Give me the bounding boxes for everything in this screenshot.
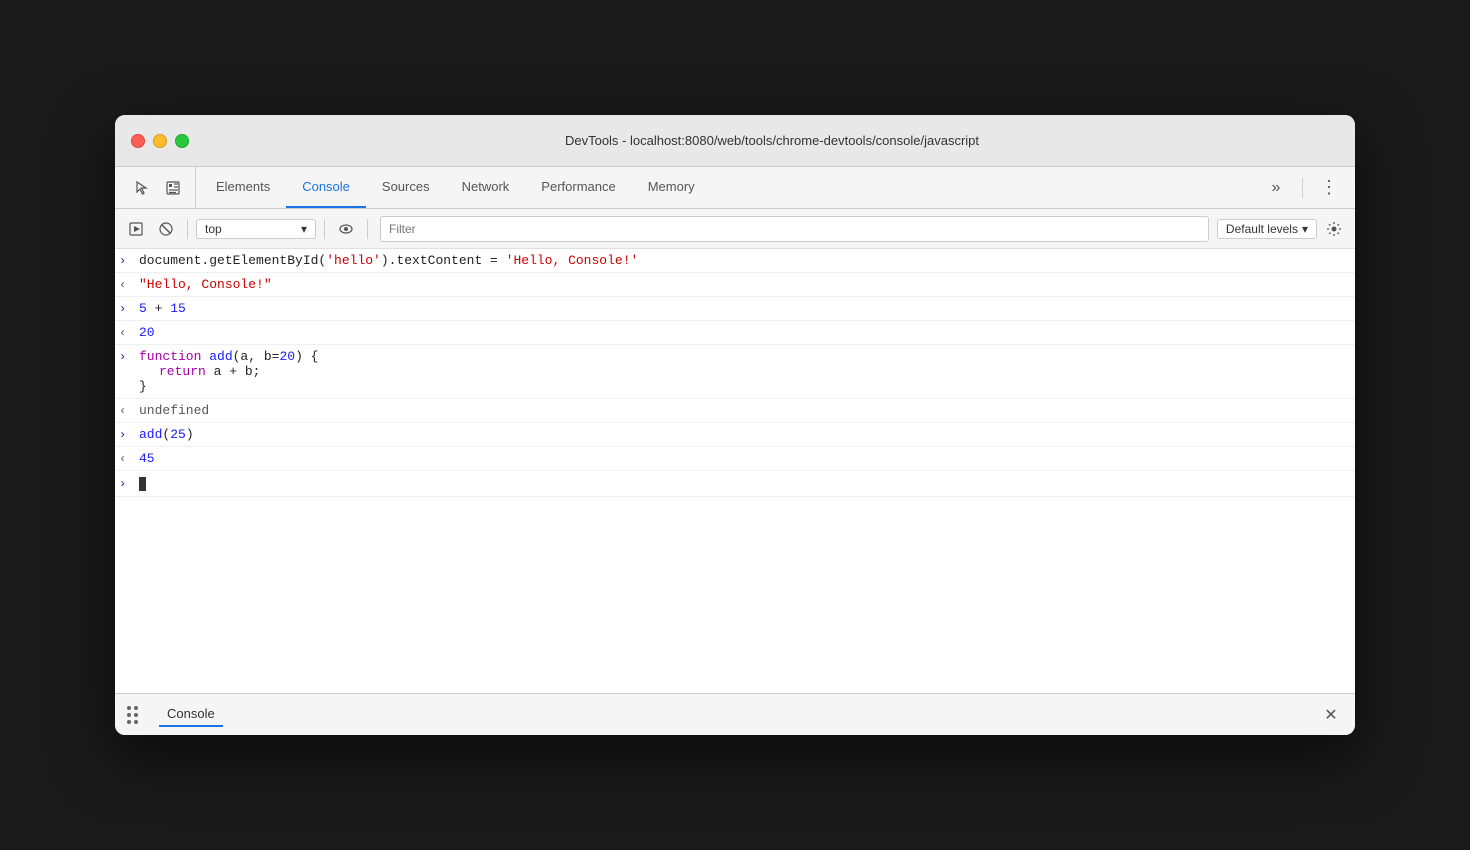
levels-dropdown[interactable]: Default levels ▾	[1217, 219, 1317, 239]
cursor-icon[interactable]	[127, 174, 155, 202]
toolbar-divider-1	[187, 219, 188, 239]
more-tabs-icon[interactable]: »	[1262, 174, 1290, 202]
tab-network[interactable]: Network	[446, 167, 526, 208]
drawer-console-tab[interactable]: Console	[159, 702, 223, 727]
console-result-6: undefined	[139, 403, 1347, 418]
arrow-in-1: ›	[119, 253, 139, 268]
maximize-button[interactable]	[175, 134, 189, 148]
execute-icon[interactable]	[123, 216, 149, 242]
filter-input[interactable]	[380, 216, 1209, 242]
context-selector[interactable]: top ▾	[196, 219, 316, 239]
arrow-in-3: ›	[119, 301, 139, 316]
traffic-lights	[131, 134, 189, 148]
arrow-out-6: ‹	[119, 403, 139, 418]
arrow-in-7: ›	[119, 427, 139, 442]
console-toolbar: top ▾ Default levels ▾	[115, 209, 1355, 249]
toolbar-divider-3	[367, 219, 368, 239]
console-output: › document.getElementById('hello').textC…	[115, 249, 1355, 693]
console-line-7[interactable]: › add(25)	[115, 423, 1355, 447]
drawer-menu-icon[interactable]	[127, 705, 147, 725]
tab-performance[interactable]: Performance	[525, 167, 631, 208]
devtools-icons	[119, 167, 196, 208]
tab-memory[interactable]: Memory	[632, 167, 711, 208]
context-chevron-icon: ▾	[301, 222, 307, 236]
console-line-1[interactable]: › document.getElementById('hello').textC…	[115, 249, 1355, 273]
levels-chevron-icon: ▾	[1302, 222, 1308, 236]
title-bar: DevTools - localhost:8080/web/tools/chro…	[115, 115, 1355, 167]
console-input[interactable]	[139, 476, 146, 491]
inspect-icon[interactable]	[159, 174, 187, 202]
tab-bar: Elements Console Sources Network Perform…	[115, 167, 1355, 209]
console-line-5[interactable]: › function add(a, b=20) { return a + b; …	[115, 345, 1355, 399]
console-expression-5: function add(a, b=20) { return a + b; }	[139, 349, 1347, 394]
close-button[interactable]	[131, 134, 145, 148]
eye-icon[interactable]	[333, 216, 359, 242]
console-result-2: "Hello, Console!"	[139, 277, 1347, 292]
tab-elements[interactable]: Elements	[200, 167, 286, 208]
arrow-out-4: ‹	[119, 325, 139, 340]
arrow-in-5: ›	[119, 349, 139, 364]
console-line-3[interactable]: › 5 + 15	[115, 297, 1355, 321]
bottom-drawer: Console ✕	[115, 693, 1355, 735]
settings-icon[interactable]	[1321, 216, 1347, 242]
window-title: DevTools - localhost:8080/web/tools/chro…	[205, 133, 1339, 148]
arrow-in-input: ›	[119, 476, 139, 491]
cursor-blink	[139, 477, 146, 491]
close-drawer-icon[interactable]: ✕	[1319, 703, 1343, 727]
console-result-8: 45	[139, 451, 1347, 466]
devtools-menu-icon[interactable]: ⋮	[1315, 174, 1343, 202]
console-input-line[interactable]: ›	[115, 471, 1355, 497]
console-expression-3: 5 + 15	[139, 301, 1347, 316]
arrow-out-8: ‹	[119, 451, 139, 466]
console-line-6[interactable]: ‹ undefined	[115, 399, 1355, 423]
toolbar-divider-2	[324, 219, 325, 239]
console-line-8[interactable]: ‹ 45	[115, 447, 1355, 471]
minimize-button[interactable]	[153, 134, 167, 148]
console-result-4: 20	[139, 325, 1347, 340]
console-line-2[interactable]: ‹ "Hello, Console!"	[115, 273, 1355, 297]
arrow-out-2: ‹	[119, 277, 139, 292]
tab-console[interactable]: Console	[286, 167, 366, 208]
tab-sources[interactable]: Sources	[366, 167, 446, 208]
console-expression-1: document.getElementById('hello').textCon…	[139, 253, 1347, 268]
console-line-4[interactable]: ‹ 20	[115, 321, 1355, 345]
console-expression-7: add(25)	[139, 427, 1347, 442]
devtools-window: DevTools - localhost:8080/web/tools/chro…	[115, 115, 1355, 735]
clear-console-icon[interactable]	[153, 216, 179, 242]
tab-bar-end: » ⋮	[1254, 167, 1351, 208]
